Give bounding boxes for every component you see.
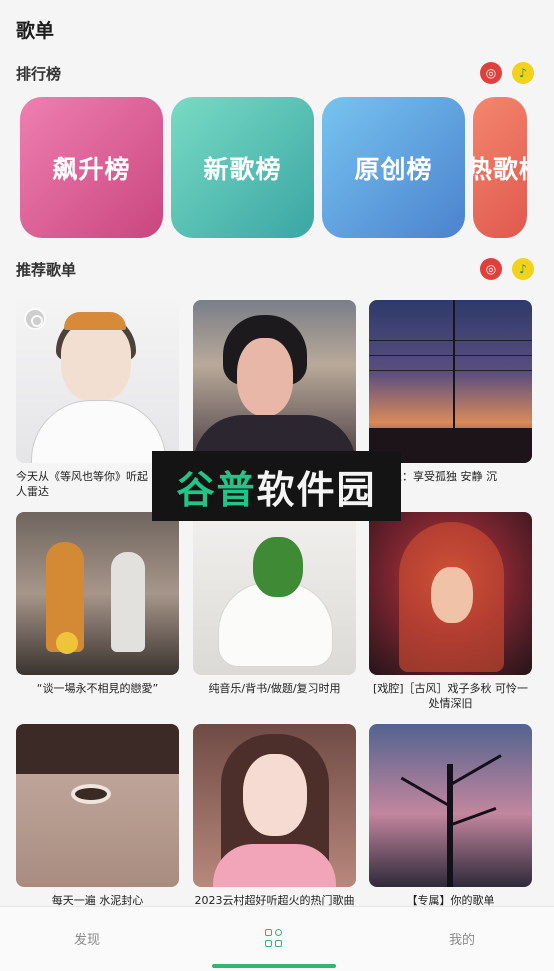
- playlist-title: 纯音乐/背书/做题/复习时用: [208, 682, 341, 695]
- rank-card-original[interactable]: 原创榜: [322, 97, 465, 238]
- rank-card-soaring[interactable]: 飙升榜: [20, 97, 163, 238]
- playlist-cover: [369, 724, 532, 887]
- netease-music-icon[interactable]: ◎: [480, 62, 502, 84]
- playlist-cover: [193, 512, 356, 675]
- playlist-source-switch: ◎ ♪: [480, 258, 534, 280]
- playlist-title: “谈一場永不相見的戀愛”: [36, 682, 159, 695]
- rank-section-header: 排行榜 ◎ ♪: [16, 61, 534, 85]
- tab-discover[interactable]: 发现: [0, 907, 174, 969]
- playlist-cover: [193, 300, 356, 463]
- playlist-section-header: 推荐歌单 ◎ ♪: [16, 257, 534, 281]
- grid-icon: [265, 929, 283, 947]
- tab-mine-label: 我的: [448, 932, 475, 948]
- playlist-section-label: 推荐歌单: [16, 260, 77, 279]
- playlist-item[interactable]: 每天一遍 水泥封心: [16, 724, 179, 908]
- tab-mine[interactable]: 我的: [370, 907, 554, 969]
- playlist-item[interactable]: 【专属】你的歌单: [369, 724, 532, 908]
- page-title: 歌单: [16, 20, 55, 42]
- rank-source-switch: ◎ ♪: [480, 62, 534, 84]
- watermark-part2: 软件园: [256, 467, 377, 512]
- playlist-title: [戏腔]［古风］戏子多秋 可怜一处情深旧: [372, 682, 529, 710]
- rank-card-hot[interactable]: 热歌榜: [473, 97, 527, 238]
- rank-card-label: 原创榜: [354, 154, 433, 184]
- rank-section-label: 排行榜: [16, 64, 62, 83]
- active-tab-indicator: [212, 964, 336, 968]
- rank-card-new[interactable]: 新歌榜: [171, 97, 314, 238]
- playlist-cover: [369, 512, 532, 675]
- qq-music-icon[interactable]: ♪: [512, 62, 534, 84]
- playlist-item[interactable]: [戏腔]［古风］戏子多秋 可怜一处情深旧: [369, 512, 532, 711]
- netease-logo-icon: [24, 308, 46, 330]
- playlist-cover: [16, 724, 179, 887]
- playlist-item[interactable]: 2023云村超好听超火的热门歌曲: [193, 724, 356, 908]
- qq-music-icon[interactable]: ♪: [512, 258, 534, 280]
- playlist-cover: [16, 300, 179, 463]
- rank-card-label: 热歌榜: [473, 154, 527, 184]
- netease-music-icon[interactable]: ◎: [480, 258, 502, 280]
- playlist-item[interactable]: “谈一場永不相見的戀愛”: [16, 512, 179, 696]
- rank-card-row: 飙升榜 新歌榜 原创榜 热歌榜: [20, 97, 554, 239]
- bottom-tab-bar: 发现 我的: [0, 906, 554, 971]
- playlist-cover: [193, 724, 356, 887]
- playlist-item[interactable]: [193, 300, 356, 469]
- watermark-part1: 谷普: [176, 467, 257, 512]
- rank-card-label: 飙升榜: [52, 154, 131, 184]
- rank-card-label: 新歌榜: [203, 154, 282, 184]
- watermark-logo: 谷普 软件园: [152, 451, 401, 521]
- playlist-cover: [369, 300, 532, 463]
- playlist-cover: [16, 512, 179, 675]
- tab-playlists[interactable]: [190, 907, 358, 969]
- playlist-item[interactable]: 纯音乐/背书/做题/复习时用: [193, 512, 356, 696]
- tab-discover-label: 发现: [73, 932, 100, 948]
